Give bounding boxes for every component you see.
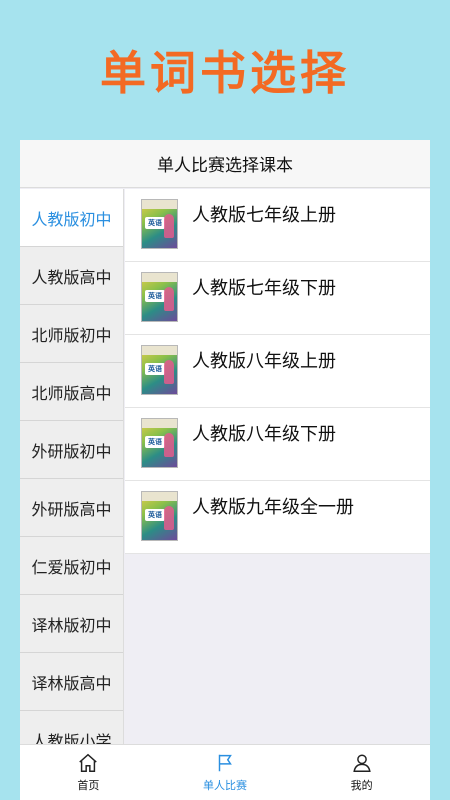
tab-single-match[interactable]: 单人比赛 xyxy=(157,745,294,800)
book-cover-image: 英语 xyxy=(141,199,178,249)
book-item[interactable]: 英语 人教版九年级全一册 xyxy=(125,481,430,554)
page-title: 单词书选择 xyxy=(100,46,350,100)
book-cover-image: 英语 xyxy=(141,345,178,395)
book-list: 英语 人教版七年级上册 英语 人教版七年级下册 英语 人教版八年级上册 英语 人… xyxy=(125,189,430,554)
book-title: 人教版七年级下册 xyxy=(192,278,336,299)
book-item[interactable]: 英语 人教版七年级上册 xyxy=(125,189,430,262)
book-title: 人教版八年级上册 xyxy=(192,351,336,372)
sidebar-item-beishi-senior[interactable]: 北师版高中 xyxy=(20,363,123,421)
book-item[interactable]: 英语 人教版八年级下册 xyxy=(125,408,430,481)
tab-mine[interactable]: 我的 xyxy=(293,745,430,800)
book-item[interactable]: 英语 人教版八年级上册 xyxy=(125,335,430,408)
tab-mine-label: 我的 xyxy=(350,779,373,792)
tab-home[interactable]: 首页 xyxy=(20,745,157,800)
book-title: 人教版七年级上册 xyxy=(192,205,336,226)
book-title: 人教版九年级全一册 xyxy=(192,497,354,518)
sidebar-item-renjiao-junior[interactable]: 人教版初中 xyxy=(20,189,123,247)
book-cover-image: 英语 xyxy=(141,491,178,541)
sidebar-item-beishi-junior[interactable]: 北师版初中 xyxy=(20,305,123,363)
tab-single-match-label: 单人比赛 xyxy=(203,779,247,792)
sidebar-item-waiyan-junior[interactable]: 外研版初中 xyxy=(20,421,123,479)
sidebar-item-waiyan-senior[interactable]: 外研版高中 xyxy=(20,479,123,537)
book-item[interactable]: 英语 人教版七年级下册 xyxy=(125,262,430,335)
edition-sidebar[interactable]: 人教版初中 人教版高中 北师版初中 北师版高中 外研版初中 外研版高中 仁爱版初… xyxy=(20,189,124,749)
sidebar-item-renjiao-senior[interactable]: 人教版高中 xyxy=(20,247,123,305)
banner: 单词书选择 xyxy=(0,0,450,140)
panel-title: 单人比赛选择课本 xyxy=(20,140,430,188)
user-icon xyxy=(353,754,371,772)
selection-panel: 单人比赛选择课本 人教版初中 人教版高中 北师版初中 北师版高中 外研版初中 外… xyxy=(20,140,430,800)
book-cover-image: 英语 xyxy=(141,272,178,322)
sidebar-item-yilin-senior[interactable]: 译林版高中 xyxy=(20,653,123,711)
book-cover-image: 英语 xyxy=(141,418,178,468)
sidebar-item-renai-junior[interactable]: 仁爱版初中 xyxy=(20,537,123,595)
bottom-tab-bar: 首页 单人比赛 我的 xyxy=(20,744,430,800)
sidebar-item-yilin-junior[interactable]: 译林版初中 xyxy=(20,595,123,653)
tab-home-label: 首页 xyxy=(77,779,100,792)
home-icon xyxy=(79,753,98,772)
flag-icon xyxy=(218,754,232,772)
book-title: 人教版八年级下册 xyxy=(192,424,336,445)
